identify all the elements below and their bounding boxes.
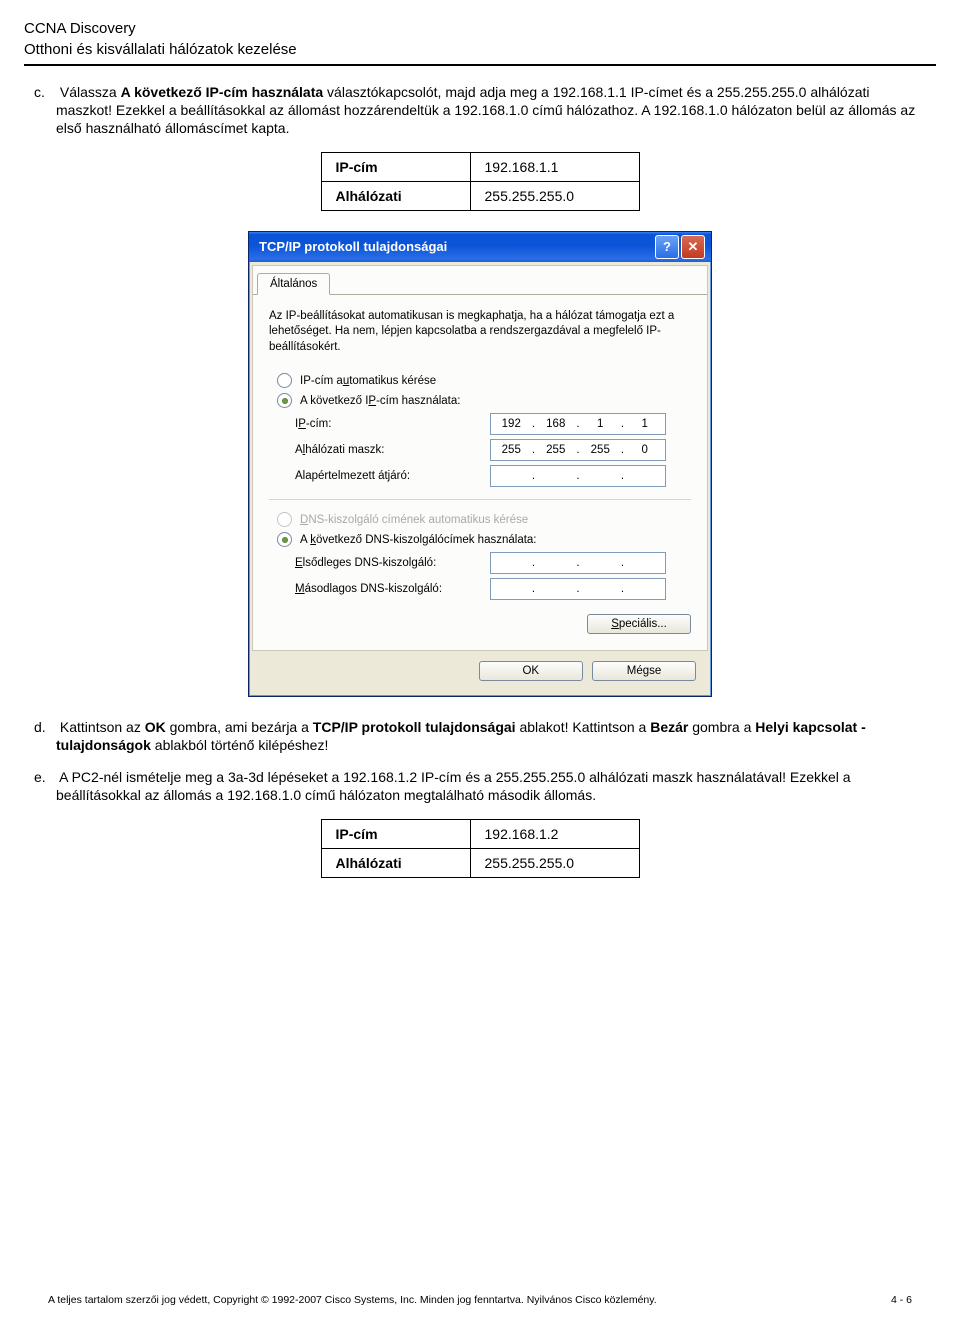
footer-copyright: A teljes tartalom szerzői jog védett, Co…: [48, 1294, 657, 1306]
item-marker: d.: [34, 719, 56, 737]
radio-icon: [277, 532, 292, 547]
item-marker: e.: [34, 769, 56, 787]
field-dns1: Elsődleges DNS-kiszolgáló: . . .: [295, 552, 691, 574]
cell-label: Alhálózati: [321, 848, 470, 877]
radio-use-dns[interactable]: A következő DNS-kiszolgálócímek használa…: [277, 532, 691, 547]
cell-label: IP-cím: [321, 152, 470, 181]
radio-use-ip[interactable]: A következő IP-cím használata:: [277, 393, 691, 408]
cell-value: 255.255.255.0: [470, 848, 639, 877]
intro-text: Az IP-beállításokat automatikusan is meg…: [269, 309, 691, 356]
mask-input[interactable]: 255. 255. 255. 0: [490, 439, 666, 461]
dns1-input[interactable]: . . .: [490, 552, 666, 574]
bold-text: A következő IP-cím használata: [121, 84, 324, 100]
radio-auto-ip[interactable]: IP-cím automatikus kérése: [277, 373, 691, 388]
dialog-title: TCP/IP protokoll tulajdonságai: [259, 239, 653, 254]
item-marker: c.: [34, 84, 56, 102]
dns2-input[interactable]: . . .: [490, 578, 666, 600]
table-row: IP-cím 192.168.1.2: [321, 819, 639, 848]
help-button[interactable]: ?: [655, 235, 679, 259]
page-footer: A teljes tartalom szerzői jog védett, Co…: [48, 1294, 912, 1306]
separator: [269, 499, 691, 500]
ok-button[interactable]: OK: [479, 661, 583, 681]
page-number: 4 - 6: [891, 1294, 912, 1306]
special-button[interactable]: Speciális...: [587, 614, 691, 634]
header-subtitle: Otthoni és kisvállalati hálózatok kezelé…: [24, 41, 936, 58]
gateway-input[interactable]: . . .: [490, 465, 666, 487]
dialog-button-bar: OK Mégse: [252, 651, 708, 693]
radio-icon: [277, 393, 292, 408]
cell-label: Alhálózati: [321, 181, 470, 210]
radio-icon: [277, 373, 292, 388]
header-title: CCNA Discovery: [24, 20, 936, 37]
field-mask: Alhálózati maszk: 255. 255. 255. 0: [295, 439, 691, 461]
table-ip-2: IP-cím 192.168.1.2 Alhálózati 255.255.25…: [321, 819, 640, 878]
tab-general[interactable]: Általános: [257, 273, 330, 295]
cell-value: 192.168.1.2: [470, 819, 639, 848]
close-button[interactable]: ✕: [681, 235, 705, 259]
radio-icon: [277, 512, 292, 527]
cell-label: IP-cím: [321, 819, 470, 848]
page-header: CCNA Discovery Otthoni és kisvállalati h…: [24, 20, 936, 66]
field-dns2: Másodlagos DNS-kiszolgáló: . . .: [295, 578, 691, 600]
text: A PC2-nél ismételje meg a 3a-3d lépéseke…: [56, 769, 851, 803]
field-ip: IP-cím: 192. 168. 1. 1: [295, 413, 691, 435]
radio-auto-dns: DNS-kiszolgáló címének automatikus kérés…: [277, 512, 691, 527]
cell-value: 192.168.1.1: [470, 152, 639, 181]
tab-content: Az IP-beállításokat automatikusan is meg…: [253, 295, 707, 651]
ip-input[interactable]: 192. 168. 1. 1: [490, 413, 666, 435]
text: Válassza: [60, 84, 121, 100]
tabstrip: Általános: [253, 266, 707, 295]
dialog-titlebar[interactable]: TCP/IP protokoll tulajdonságai ? ✕: [249, 232, 711, 262]
list-item-d: d. Kattintson az OK gombra, ami bezárja …: [56, 719, 920, 755]
table-row: IP-cím 192.168.1.1: [321, 152, 639, 181]
tcpip-dialog: TCP/IP protokoll tulajdonságai ? ✕ Által…: [248, 231, 712, 698]
table-ip-1: IP-cím 192.168.1.1 Alhálózati 255.255.25…: [321, 152, 640, 211]
table-row: Alhálózati 255.255.255.0: [321, 181, 639, 210]
cancel-button[interactable]: Mégse: [592, 661, 696, 681]
header-rule: [24, 64, 936, 66]
field-gateway: Alapértelmezett átjáró: . . .: [295, 465, 691, 487]
cell-value: 255.255.255.0: [470, 181, 639, 210]
dialog-body: Általános Az IP-beállításokat automatiku…: [252, 265, 708, 652]
list-item-c: c. Válassza A következő IP-cím használat…: [56, 84, 920, 138]
list-item-e: e. A PC2-nél ismételje meg a 3a-3d lépés…: [56, 769, 920, 805]
table-row: Alhálózati 255.255.255.0: [321, 848, 639, 877]
